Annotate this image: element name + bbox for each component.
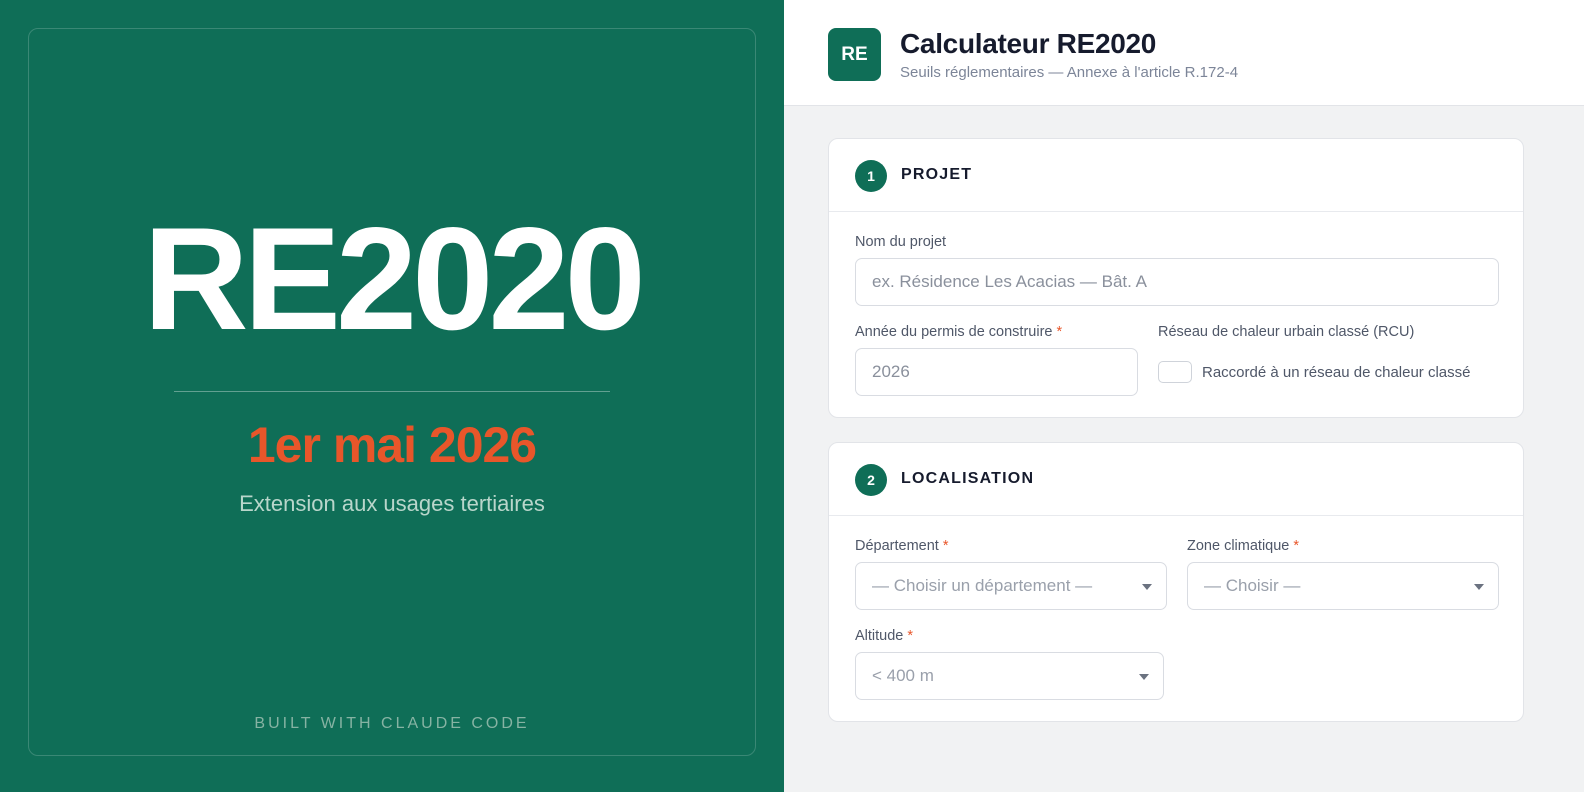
- hero-subtitle: Extension aux usages tertiaires: [239, 491, 545, 516]
- app-header: RE Calculateur RE2020 Seuils réglementai…: [784, 0, 1584, 106]
- hero-divider: [174, 391, 610, 392]
- nom-projet-label: Nom du projet: [855, 234, 947, 250]
- zone-climatique-select-value: — Choisir —: [1204, 576, 1301, 595]
- departement-select-value: — Choisir un département —: [872, 576, 1093, 595]
- hero-date: 1er mai 2026: [247, 417, 537, 473]
- rcu-checkbox-label[interactable]: Raccordé à un réseau de chaleur classé: [1202, 364, 1471, 381]
- chevron-down-icon: [1142, 584, 1152, 590]
- zone-climatique-select[interactable]: — Choisir —: [1187, 562, 1499, 610]
- projet-card: 1 PROJET Nom du projet Année du permis d…: [828, 138, 1524, 418]
- annee-permis-label: Année du permis de construire *: [855, 324, 1063, 340]
- hero-footer: BUILT WITH CLAUDE CODE: [254, 715, 530, 732]
- step-badge-1: 1: [855, 160, 887, 192]
- required-mark: *: [1293, 538, 1300, 554]
- projet-card-header: 1 PROJET: [829, 139, 1523, 212]
- altitude-select-value: < 400 m: [872, 666, 934, 685]
- departement-select[interactable]: — Choisir un département —: [855, 562, 1167, 610]
- rcu-checkbox[interactable]: [1158, 361, 1192, 383]
- altitude-select[interactable]: < 400 m: [855, 652, 1164, 700]
- hero-title: RE2020: [143, 197, 646, 360]
- localisation-card-title: LOCALISATION: [901, 470, 1035, 487]
- annee-permis-input[interactable]: [855, 348, 1138, 396]
- required-mark: *: [907, 628, 914, 644]
- projet-card-title: PROJET: [901, 166, 973, 183]
- chevron-down-icon: [1474, 584, 1484, 590]
- localisation-card: 2 LOCALISATION Département * — Choisir un…: [828, 442, 1524, 722]
- nom-projet-input[interactable]: [855, 258, 1499, 306]
- calculator-app: RE Calculateur RE2020 Seuils réglementai…: [784, 0, 1584, 792]
- step-badge-2: 2: [855, 464, 887, 496]
- altitude-label: Altitude *: [855, 628, 914, 644]
- app-title: Calculateur RE2020: [900, 28, 1157, 59]
- zone-climatique-label: Zone climatique *: [1187, 538, 1300, 554]
- hero-panel: RE2020 1er mai 2026 Extension aux usages…: [0, 0, 784, 792]
- chevron-down-icon: [1139, 674, 1149, 680]
- localisation-card-header: 2 LOCALISATION: [829, 443, 1523, 516]
- rcu-label: Réseau de chaleur urbain classé (RCU): [1158, 324, 1415, 340]
- hero-frame: [28, 28, 756, 756]
- required-mark: *: [942, 538, 949, 554]
- app-subtitle: Seuils réglementaires — Annexe à l'artic…: [900, 64, 1239, 81]
- app-logo: RE: [828, 28, 881, 81]
- departement-label: Département *: [855, 538, 949, 554]
- required-mark: *: [1056, 324, 1063, 340]
